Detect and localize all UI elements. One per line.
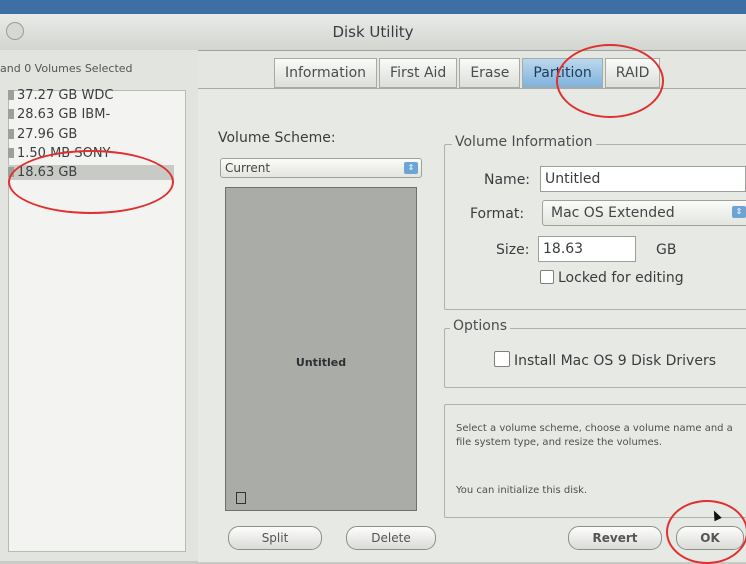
tab-first-aid[interactable]: First Aid [379, 58, 458, 88]
help-text: Select a volume scheme, choose a volume … [456, 423, 733, 448]
list-item[interactable]: 27.96 GB [8, 127, 77, 142]
disk-icon [8, 148, 14, 158]
help-text-initialize: You can initialize this disk. [456, 485, 588, 496]
desktop-strip [0, 0, 746, 14]
disk-icon [8, 90, 14, 100]
install-drivers-label: Install Mac OS 9 Disk Drivers [514, 353, 717, 369]
annotation-circle-partition-tab [556, 44, 664, 118]
annotation-circle-volume [8, 150, 174, 214]
delete-button[interactable]: Delete [346, 526, 436, 550]
list-item[interactable]: 28.63 GB IBM- [8, 107, 110, 122]
volume-scheme-label: Volume Scheme: [218, 130, 336, 146]
popup-arrows-icon: ⇕ [404, 162, 418, 174]
disk-utility-window: Disk Utility and 0 Volumes Selected 37.2… [0, 0, 746, 564]
volume-information-title: Volume Information [452, 134, 596, 150]
window-title: Disk Utility [332, 23, 414, 41]
partition-name: Untitled [295, 356, 347, 369]
format-label: Format: [470, 206, 525, 222]
list-item[interactable]: 37.27 GB WDC [8, 88, 113, 103]
checkbox-icon[interactable] [494, 351, 510, 367]
install-drivers-checkbox[interactable]: Install Mac OS 9 Disk Drivers [494, 351, 716, 369]
partition-map[interactable]: Untitled [225, 187, 417, 511]
locked-label: Locked for editing [558, 270, 684, 286]
revert-button[interactable]: Revert [568, 526, 662, 550]
sidebar-header: and 0 Volumes Selected [0, 62, 133, 75]
disk-icon [8, 109, 14, 119]
format-value: Mac OS Extended [551, 205, 675, 221]
title-bar: Disk Utility [0, 14, 746, 51]
popup-arrows-icon: ⇕ [732, 206, 746, 218]
resize-handle-icon[interactable] [236, 492, 246, 504]
locked-checkbox[interactable]: Locked for editing [540, 270, 684, 286]
options-title: Options [450, 318, 511, 334]
volume-scheme-popup[interactable]: Current ⇕ [220, 158, 422, 178]
name-label: Name: [484, 172, 531, 188]
name-field[interactable]: Untitled [540, 166, 746, 192]
tab-information[interactable]: Information [274, 58, 378, 88]
size-unit-label: GB [656, 242, 677, 258]
size-label: Size: [496, 242, 530, 258]
annotation-circle-ok [666, 500, 746, 564]
disk-icon [8, 129, 14, 139]
tab-erase[interactable]: Erase [459, 58, 521, 88]
size-field[interactable]: 18.63 [538, 236, 636, 262]
volume-scheme-value: Current [225, 161, 271, 175]
split-button[interactable]: Split [228, 526, 322, 550]
format-popup[interactable]: Mac OS Extended ⇕ [542, 200, 746, 226]
checkbox-icon[interactable] [540, 270, 554, 284]
